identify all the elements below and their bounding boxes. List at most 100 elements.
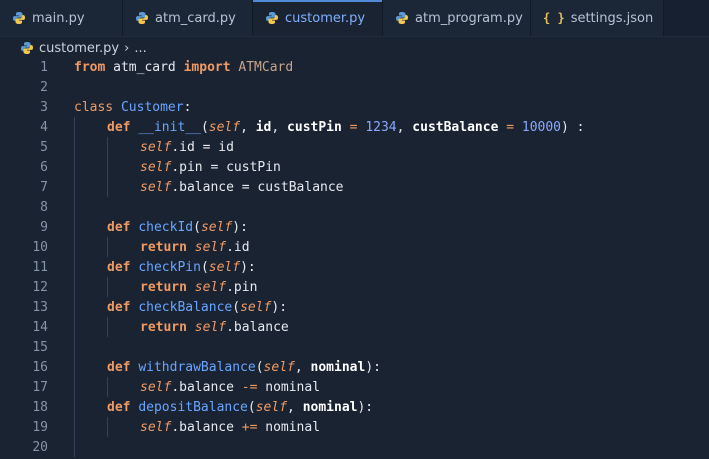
tab-bar-empty-space [664,0,709,36]
punctuation: , [240,119,256,135]
code-line[interactable]: 7 self.balance = custBalance [0,177,709,197]
self-ref: self [140,419,172,435]
tab-main-py[interactable]: main.py [0,0,123,36]
line-number: 5 [40,139,48,155]
tab-customer-py[interactable]: customer.py [253,0,383,36]
tab-atm-program-py[interactable]: atm_program.py [383,0,531,36]
number: 1234 [365,119,397,135]
code-rest: .balance [171,379,242,395]
self-ref: self [194,319,227,335]
keyword: class [74,99,114,115]
keyword: return [140,279,187,295]
code-text: def checkId(self): [107,220,248,235]
code-text: class Customer: [74,100,191,115]
line-number: 17 [32,379,48,395]
keyword: import [183,59,231,75]
punctuation: , [287,399,303,415]
code-line[interactable]: 13 def checkBalance(self): [0,297,709,317]
indent-guide [107,237,108,257]
code-line[interactable]: 5 self.id = id [0,137,709,157]
self-ref: self [140,139,172,155]
tab-label: main.py [32,10,85,26]
keyword: def [107,299,131,315]
self-ref: self [140,179,172,195]
param: nominal [310,359,366,375]
indent-guide [107,317,108,337]
breadcrumb-file[interactable]: customer.py [39,41,119,56]
indent-guide [107,277,108,297]
class-name: Customer [120,99,184,115]
param: nominal [302,399,358,415]
punctuation: ( [200,119,209,135]
self-param: self [263,359,295,375]
tab-label: settings.json [570,10,654,26]
param: custBalance [412,119,499,135]
code-text: self.id = id [140,140,234,155]
indent-guide [107,417,108,437]
code-text: def __init__(self, id, custPin = 1234, c… [107,120,585,135]
punctuation: ): [271,299,288,315]
code-text: def depositBalance(self, nominal): [107,400,373,415]
line-number: 4 [40,119,48,135]
tab-settings-json[interactable]: { } settings.json [531,0,664,36]
code-editor[interactable]: 1 from atm_card import ATMCard 2 3 class… [0,57,709,459]
line-number: 14 [32,319,48,335]
code-line[interactable]: 20 [0,437,709,457]
imported-name: ATMCard [238,59,294,75]
code-line[interactable]: 18 def depositBalance(self, nominal): [0,397,709,417]
module-name: atm_card [113,59,176,75]
breadcrumb-symbol[interactable]: ... [134,41,146,56]
indent-guide [74,357,75,377]
code-text: return self.balance [140,320,289,335]
code-line[interactable]: 6 self.pin = custPin [0,157,709,177]
code-line[interactable]: 11 def checkPin(self): [0,257,709,277]
code-line[interactable]: 15 [0,337,709,357]
code-line[interactable]: 12 return self.pin [0,277,709,297]
function-name: checkId [138,219,194,235]
indent-guide [74,157,75,177]
code-line[interactable]: 9 def checkId(self): [0,217,709,237]
tab-label: atm_card.py [155,10,236,26]
code-line[interactable]: 2 [0,77,709,97]
keyword: return [140,319,187,335]
param: custPin [287,119,342,135]
indent-guide [107,377,108,397]
param: id [255,119,272,135]
code-rest: nominal [257,419,321,435]
code-text: self.balance -= nominal [140,380,320,395]
code-rest: .balance [226,319,289,335]
indent-guide [74,337,75,357]
punctuation: ): [365,359,381,375]
number: 10000 [521,119,562,135]
code-line[interactable]: 4 def __init__(self, id, custPin = 1234,… [0,117,709,137]
self-param: self [208,119,241,135]
code-line[interactable]: 8 [0,197,709,217]
self-param: self [200,219,233,235]
punctuation: , [271,119,288,135]
code-line[interactable]: 3 class Customer: [0,97,709,117]
line-number: 19 [32,419,48,435]
code-line[interactable]: 14 return self.balance [0,317,709,337]
code-line[interactable]: 17 self.balance -= nominal [0,377,709,397]
line-number: 15 [32,339,48,355]
python-icon [135,11,149,25]
operator: -= [241,379,258,395]
punctuation: ( [255,359,264,375]
line-number: 3 [40,99,48,115]
keyword: def [107,259,131,275]
punctuation: ): [357,399,374,415]
indent-guide [107,137,108,157]
indent-guide [107,157,108,177]
indent-guide [74,257,75,277]
code-line[interactable]: 16 def withdrawBalance(self, nominal): [0,357,709,377]
tab-atm-card-py[interactable]: atm_card.py [123,0,253,36]
code-text: def withdrawBalance(self, nominal): [107,360,381,375]
indent-guide [74,397,75,417]
line-number: 11 [32,259,48,275]
code-line[interactable]: 1 from atm_card import ATMCard [0,57,709,77]
punctuation: : [183,99,192,115]
code-line[interactable]: 10 return self.id [0,237,709,257]
code-line[interactable]: 19 self.balance += nominal [0,417,709,437]
function-name: depositBalance [138,399,248,415]
code-text: self.balance = custBalance [140,180,344,195]
